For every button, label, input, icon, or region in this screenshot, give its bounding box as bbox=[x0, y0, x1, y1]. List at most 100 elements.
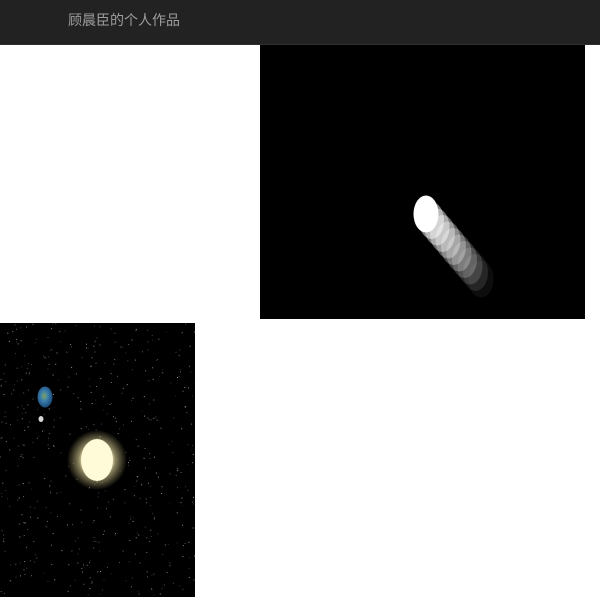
star bbox=[49, 350, 51, 352]
star bbox=[157, 476, 159, 478]
star bbox=[97, 507, 98, 509]
star bbox=[191, 395, 193, 397]
star bbox=[1, 496, 3, 498]
star bbox=[186, 412, 188, 413]
star bbox=[175, 474, 177, 476]
star bbox=[103, 396, 105, 397]
star bbox=[22, 412, 23, 414]
star bbox=[116, 375, 118, 377]
star bbox=[135, 439, 137, 440]
star bbox=[114, 359, 116, 361]
star bbox=[128, 523, 130, 525]
star bbox=[181, 428, 183, 430]
star bbox=[148, 433, 150, 435]
star bbox=[146, 551, 148, 553]
star bbox=[149, 485, 151, 487]
star bbox=[181, 332, 183, 334]
star bbox=[16, 339, 18, 341]
star bbox=[164, 544, 166, 546]
star bbox=[127, 464, 129, 466]
star bbox=[0, 385, 2, 387]
star bbox=[45, 507, 47, 509]
star bbox=[43, 572, 45, 574]
star bbox=[64, 330, 66, 332]
star bbox=[182, 588, 184, 590]
star bbox=[145, 370, 147, 372]
star bbox=[43, 355, 44, 357]
bouncing-ball-canvas[interactable] bbox=[260, 45, 585, 319]
star bbox=[189, 345, 191, 347]
star bbox=[93, 540, 95, 542]
star bbox=[48, 408, 50, 410]
star bbox=[18, 484, 20, 486]
star bbox=[106, 413, 108, 415]
star bbox=[167, 544, 169, 545]
star bbox=[24, 355, 26, 357]
star bbox=[138, 534, 140, 536]
star bbox=[80, 509, 82, 511]
star bbox=[128, 561, 130, 563]
star bbox=[3, 539, 4, 541]
star bbox=[20, 327, 22, 329]
star bbox=[166, 572, 168, 574]
star bbox=[89, 562, 90, 563]
star bbox=[70, 344, 72, 346]
star bbox=[77, 562, 79, 564]
star bbox=[17, 465, 19, 467]
star bbox=[151, 334, 153, 336]
star bbox=[152, 367, 154, 369]
star bbox=[46, 526, 48, 528]
star bbox=[4, 411, 6, 413]
star bbox=[27, 404, 29, 406]
top-navbar: 顾晨臣的个人作品 bbox=[0, 0, 600, 45]
star bbox=[193, 497, 194, 498]
star bbox=[183, 545, 185, 547]
star bbox=[147, 417, 149, 419]
star bbox=[43, 413, 45, 415]
star bbox=[126, 384, 128, 386]
star bbox=[50, 480, 52, 482]
star bbox=[129, 516, 131, 517]
star bbox=[101, 423, 102, 425]
star bbox=[125, 580, 127, 582]
star bbox=[21, 379, 23, 381]
star bbox=[143, 457, 145, 459]
star bbox=[170, 382, 172, 384]
star bbox=[145, 502, 147, 504]
star bbox=[71, 346, 73, 348]
star bbox=[108, 501, 110, 503]
star bbox=[22, 483, 24, 485]
star bbox=[136, 532, 138, 534]
star bbox=[148, 403, 150, 405]
star bbox=[109, 516, 111, 518]
star bbox=[9, 580, 11, 582]
star bbox=[52, 323, 54, 325]
star bbox=[5, 422, 7, 424]
brand-title-link[interactable]: 顾晨臣的个人作品 bbox=[68, 12, 180, 30]
star bbox=[97, 496, 99, 498]
star bbox=[131, 420, 132, 422]
star bbox=[110, 373, 112, 375]
star bbox=[65, 475, 67, 477]
star bbox=[193, 503, 195, 505]
star bbox=[44, 478, 46, 479]
star bbox=[129, 460, 131, 461]
star bbox=[60, 452, 62, 454]
star bbox=[136, 476, 138, 478]
solar-system-canvas[interactable] bbox=[0, 323, 195, 597]
star bbox=[28, 482, 30, 484]
star bbox=[48, 437, 49, 439]
star bbox=[161, 486, 163, 488]
star bbox=[21, 405, 23, 407]
star bbox=[32, 323, 34, 325]
star bbox=[137, 445, 139, 447]
star bbox=[21, 366, 22, 368]
star bbox=[115, 417, 117, 419]
star bbox=[87, 594, 89, 596]
star bbox=[15, 563, 17, 565]
star bbox=[87, 347, 89, 349]
star bbox=[50, 544, 52, 546]
star bbox=[94, 325, 95, 327]
star bbox=[157, 359, 158, 361]
star bbox=[99, 550, 101, 552]
